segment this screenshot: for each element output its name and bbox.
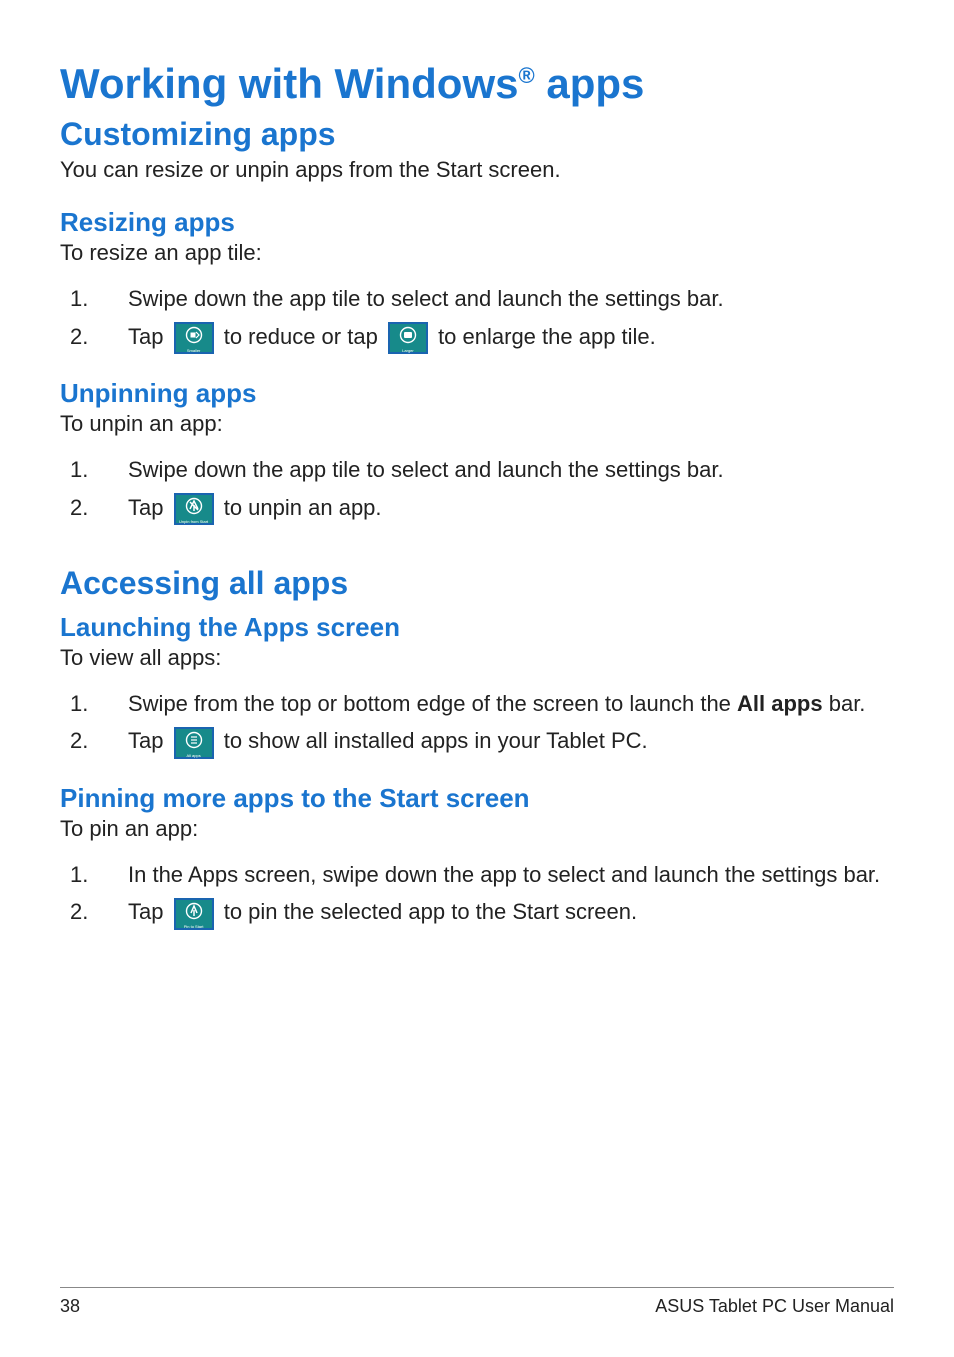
step-number: 1. bbox=[70, 860, 88, 890]
step-text: to reduce or tap bbox=[224, 324, 384, 349]
page-number: 38 bbox=[60, 1296, 80, 1317]
page-title: Working with Windows® apps bbox=[60, 60, 894, 108]
step-number: 2. bbox=[70, 726, 88, 756]
heading-accessing: Accessing all apps bbox=[60, 565, 894, 602]
all-apps-icon: All apps bbox=[174, 727, 214, 759]
step-number: 1. bbox=[70, 284, 88, 314]
step-text: Tap bbox=[128, 495, 170, 520]
smaller-icon: Smaller bbox=[174, 322, 214, 354]
step-text: Swipe down the app tile to select and la… bbox=[128, 457, 724, 482]
intro-resizing: To resize an app tile: bbox=[60, 240, 894, 266]
heading-launching: Launching the Apps screen bbox=[60, 612, 894, 643]
list-pinning: 1. In the Apps screen, swipe down the ap… bbox=[60, 860, 894, 930]
list-item: 1. Swipe down the app tile to select and… bbox=[60, 284, 894, 314]
step-text: Tap bbox=[128, 899, 170, 924]
list-unpinning: 1. Swipe down the app tile to select and… bbox=[60, 455, 894, 525]
step-text: Tap bbox=[128, 324, 170, 349]
step-text: to pin the selected app to the Start scr… bbox=[224, 899, 637, 924]
heading-resizing: Resizing apps bbox=[60, 207, 894, 238]
list-item: 2. Tap Unpin from Start to unpin an app. bbox=[60, 493, 894, 525]
icon-label: Pin to Start bbox=[176, 925, 212, 929]
heading-customizing: Customizing apps bbox=[60, 116, 894, 153]
icon-label: Smaller bbox=[176, 349, 212, 353]
step-text: bar. bbox=[823, 691, 866, 716]
step-number: 1. bbox=[70, 689, 88, 719]
step-text: Swipe down the app tile to select and la… bbox=[128, 286, 724, 311]
list-item: 2. Tap Smaller to reduce or tap Larger t… bbox=[60, 322, 894, 354]
step-text: Swipe from the top or bottom edge of the… bbox=[128, 691, 737, 716]
step-text: In the Apps screen, swipe down the app t… bbox=[128, 862, 880, 887]
step-text: Tap bbox=[128, 728, 170, 753]
step-text: to enlarge the app tile. bbox=[438, 324, 656, 349]
pin-to-start-icon: Pin to Start bbox=[174, 898, 214, 930]
list-item: 2. Tap Pin to Start to pin the selected … bbox=[60, 897, 894, 929]
intro-pinning: To pin an app: bbox=[60, 816, 894, 842]
list-launching: 1. Swipe from the top or bottom edge of … bbox=[60, 689, 894, 759]
page-footer: 38 ASUS Tablet PC User Manual bbox=[60, 1287, 894, 1317]
intro-customizing: You can resize or unpin apps from the St… bbox=[60, 157, 894, 183]
list-resizing: 1. Swipe down the app tile to select and… bbox=[60, 284, 894, 354]
icon-label: All apps bbox=[176, 754, 212, 758]
title-pre: Working with Windows bbox=[60, 60, 518, 107]
step-number: 2. bbox=[70, 493, 88, 523]
list-item: 1. In the Apps screen, swipe down the ap… bbox=[60, 860, 894, 890]
list-item: 2. Tap All apps to show all installed ap… bbox=[60, 726, 894, 758]
intro-launching: To view all apps: bbox=[60, 645, 894, 671]
step-text: to show all installed apps in your Table… bbox=[224, 728, 648, 753]
heading-unpinning: Unpinning apps bbox=[60, 378, 894, 409]
title-post: apps bbox=[535, 60, 645, 107]
step-number: 1. bbox=[70, 455, 88, 485]
larger-icon: Larger bbox=[388, 322, 428, 354]
step-text: to unpin an app. bbox=[224, 495, 382, 520]
unpin-icon: Unpin from Start bbox=[174, 493, 214, 525]
title-sup: ® bbox=[518, 63, 534, 88]
heading-pinning: Pinning more apps to the Start screen bbox=[60, 783, 894, 814]
manual-name: ASUS Tablet PC User Manual bbox=[655, 1296, 894, 1317]
list-item: 1. Swipe down the app tile to select and… bbox=[60, 455, 894, 485]
list-item: 1. Swipe from the top or bottom edge of … bbox=[60, 689, 894, 719]
step-text-bold: All apps bbox=[737, 691, 823, 716]
step-number: 2. bbox=[70, 897, 88, 927]
icon-label: Larger bbox=[390, 349, 426, 353]
step-number: 2. bbox=[70, 322, 88, 352]
icon-label: Unpin from Start bbox=[176, 520, 212, 524]
intro-unpinning: To unpin an app: bbox=[60, 411, 894, 437]
